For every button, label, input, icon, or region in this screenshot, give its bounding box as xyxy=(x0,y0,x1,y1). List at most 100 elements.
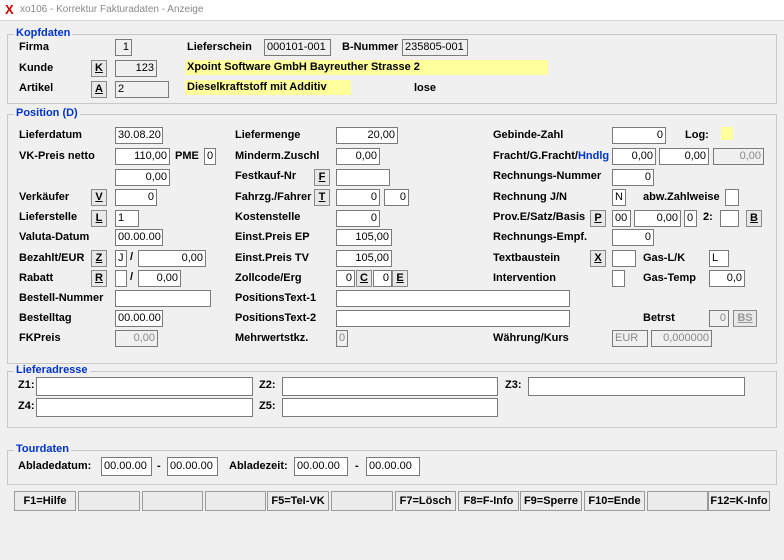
zollcode-e-button[interactable]: E xyxy=(392,270,408,287)
rechnr-field[interactable]: 0 xyxy=(612,169,654,186)
f5-tel-vk-button[interactable]: F5=Tel-VK xyxy=(267,491,329,511)
hndlg-label-text: Hndlg xyxy=(577,150,610,162)
minderm-field[interactable]: 0,00 xyxy=(336,148,380,165)
kunde-button[interactable]: K xyxy=(91,60,107,77)
f3-button[interactable] xyxy=(142,491,203,511)
verkaeufer-button[interactable]: V xyxy=(91,189,107,206)
vkpreis-label: VK-Preis netto xyxy=(19,150,95,162)
gfracht-field[interactable]: 0,00 xyxy=(659,148,709,165)
f8-info-button[interactable]: F8=F-Info xyxy=(458,491,519,511)
f1-help-button[interactable]: F1=Hilfe xyxy=(14,491,76,511)
fracht-field[interactable]: 0,00 xyxy=(612,148,656,165)
two-field[interactable] xyxy=(720,210,739,227)
gaslk-field[interactable]: L xyxy=(709,250,729,267)
rechempf-field[interactable]: 0 xyxy=(612,229,654,246)
gebinde-label: Gebinde-Zahl xyxy=(493,129,564,141)
liefermenge-field[interactable]: 20,00 xyxy=(336,127,398,144)
vkpreis2-field[interactable]: 0,00 xyxy=(115,169,170,186)
prov-basis-field[interactable]: 0 xyxy=(684,210,697,227)
artikel-field[interactable]: 2 xyxy=(115,81,169,98)
rabatt-separator: / xyxy=(130,271,134,283)
textbau-field[interactable] xyxy=(612,250,636,267)
fahrzg-button[interactable]: T xyxy=(314,189,330,206)
kunde-label: Kunde xyxy=(19,62,54,74)
bezahlt-amount-field[interactable]: 0,00 xyxy=(138,250,206,267)
abladedatum-from-field[interactable]: 00.00.00 xyxy=(101,457,152,476)
abwzahl-label: abw.Zahlweise xyxy=(643,191,720,203)
artikel-name-display: Dieselkraftstoff mit Additiv xyxy=(185,80,351,95)
festkauf-label: Festkauf-Nr xyxy=(235,170,297,182)
zollcode-field[interactable]: 0 xyxy=(336,270,355,287)
prov-e-field[interactable]: 00 xyxy=(612,210,631,227)
fahrzeug-field[interactable]: 0 xyxy=(336,189,380,206)
app-logo-icon: X xyxy=(5,2,14,17)
festkauf-field[interactable] xyxy=(336,169,390,186)
intervention-field[interactable] xyxy=(612,270,625,287)
postext2-label: PositionsText-2 xyxy=(235,312,317,324)
firma-field[interactable]: 1 xyxy=(115,39,132,56)
z5-field[interactable] xyxy=(282,398,498,417)
festkauf-button[interactable]: F xyxy=(314,169,330,186)
f2-button[interactable] xyxy=(78,491,140,511)
z2-field[interactable] xyxy=(282,377,498,396)
prov-button[interactable]: P xyxy=(590,210,606,227)
fahrer-field[interactable]: 0 xyxy=(384,189,409,206)
bnummer-label: B-Nummer xyxy=(342,41,399,53)
rechjn-field[interactable]: N xyxy=(612,189,626,206)
fracht-label-text: Fracht/G.Fracht/ xyxy=(493,150,578,162)
postext2-field[interactable] xyxy=(336,310,570,327)
bezahlt-button[interactable]: Z xyxy=(91,250,107,267)
abwzahl-field[interactable] xyxy=(725,189,739,206)
vkpreis-field[interactable]: 110,00 xyxy=(115,148,170,165)
rabatt-button[interactable]: R xyxy=(91,270,107,287)
rechempf-label: Rechnungs-Empf. xyxy=(493,231,588,243)
bestelltag-field[interactable]: 00.00.00 xyxy=(115,310,163,327)
z4-field[interactable] xyxy=(36,398,253,417)
waehrung-field: EUR xyxy=(612,330,648,347)
postext1-field[interactable] xyxy=(336,290,570,307)
abladezeit-from-field[interactable]: 00.00.00 xyxy=(294,457,348,476)
valuta-field[interactable]: 00.00.00 xyxy=(115,229,163,246)
pme-field[interactable]: 0 xyxy=(204,148,216,165)
f11-button[interactable] xyxy=(647,491,708,511)
zollcode-c-button[interactable]: C xyxy=(356,270,372,287)
f7-delete-button[interactable]: F7=Lösch xyxy=(395,491,456,511)
abladedatum-label: Abladedatum: xyxy=(18,460,92,472)
bs-button[interactable]: BS xyxy=(733,310,757,327)
rabatt-flag-field[interactable] xyxy=(115,270,127,287)
lieferschein-field[interactable]: 000101-001 xyxy=(264,39,331,56)
kostenstelle-field[interactable]: 0 xyxy=(336,210,380,227)
kunde-field[interactable]: 123 xyxy=(115,60,157,77)
lieferstelle-button[interactable]: L xyxy=(91,210,107,227)
einst-tv-field[interactable]: 105,00 xyxy=(336,250,392,267)
f10-end-button[interactable]: F10=Ende xyxy=(584,491,645,511)
f6-button[interactable] xyxy=(331,491,393,511)
artikel-button[interactable]: A xyxy=(91,81,107,98)
bezahlt-flag-field[interactable]: J xyxy=(115,250,127,267)
prov-satz-field[interactable]: 0,00 xyxy=(634,210,681,227)
lieferstelle-field[interactable]: 1 xyxy=(115,210,139,227)
einst-ep-field[interactable]: 105,00 xyxy=(336,229,392,246)
b-button[interactable]: B xyxy=(746,210,762,227)
z1-field[interactable] xyxy=(36,377,253,396)
bestellnr-field[interactable] xyxy=(115,290,211,307)
gastemp-field[interactable]: 0,0 xyxy=(709,270,745,287)
textbau-button[interactable]: X xyxy=(590,250,606,267)
einst-tv-label: Einst.Preis TV xyxy=(235,252,309,264)
abladedatum-dash: - xyxy=(157,460,161,472)
window-title: xo106 - Korrektur Fakturadaten - Anzeige xyxy=(20,4,204,15)
bnummer-field[interactable]: 235805-001 xyxy=(402,39,468,56)
f12-k-info-button[interactable]: F12=K-Info xyxy=(708,491,770,511)
zollerg-field[interactable]: 0 xyxy=(373,270,392,287)
fahrzg-label: Fahrzg./Fahrer xyxy=(235,191,312,203)
abladezeit-to-field[interactable]: 00.00.00 xyxy=(366,457,420,476)
rabatt-field[interactable]: 0,00 xyxy=(138,270,181,287)
f9-lock-button[interactable]: F9=Sperre xyxy=(520,491,582,511)
z3-field[interactable] xyxy=(528,377,745,396)
fkpreis-field: 0,00 xyxy=(115,330,158,347)
verkaeufer-field[interactable]: 0 xyxy=(115,189,157,206)
gebinde-field[interactable]: 0 xyxy=(612,127,666,144)
abladedatum-to-field[interactable]: 00.00.00 xyxy=(167,457,218,476)
f4-button[interactable] xyxy=(205,491,266,511)
lieferdatum-field[interactable]: 30.08.20 xyxy=(115,127,163,144)
